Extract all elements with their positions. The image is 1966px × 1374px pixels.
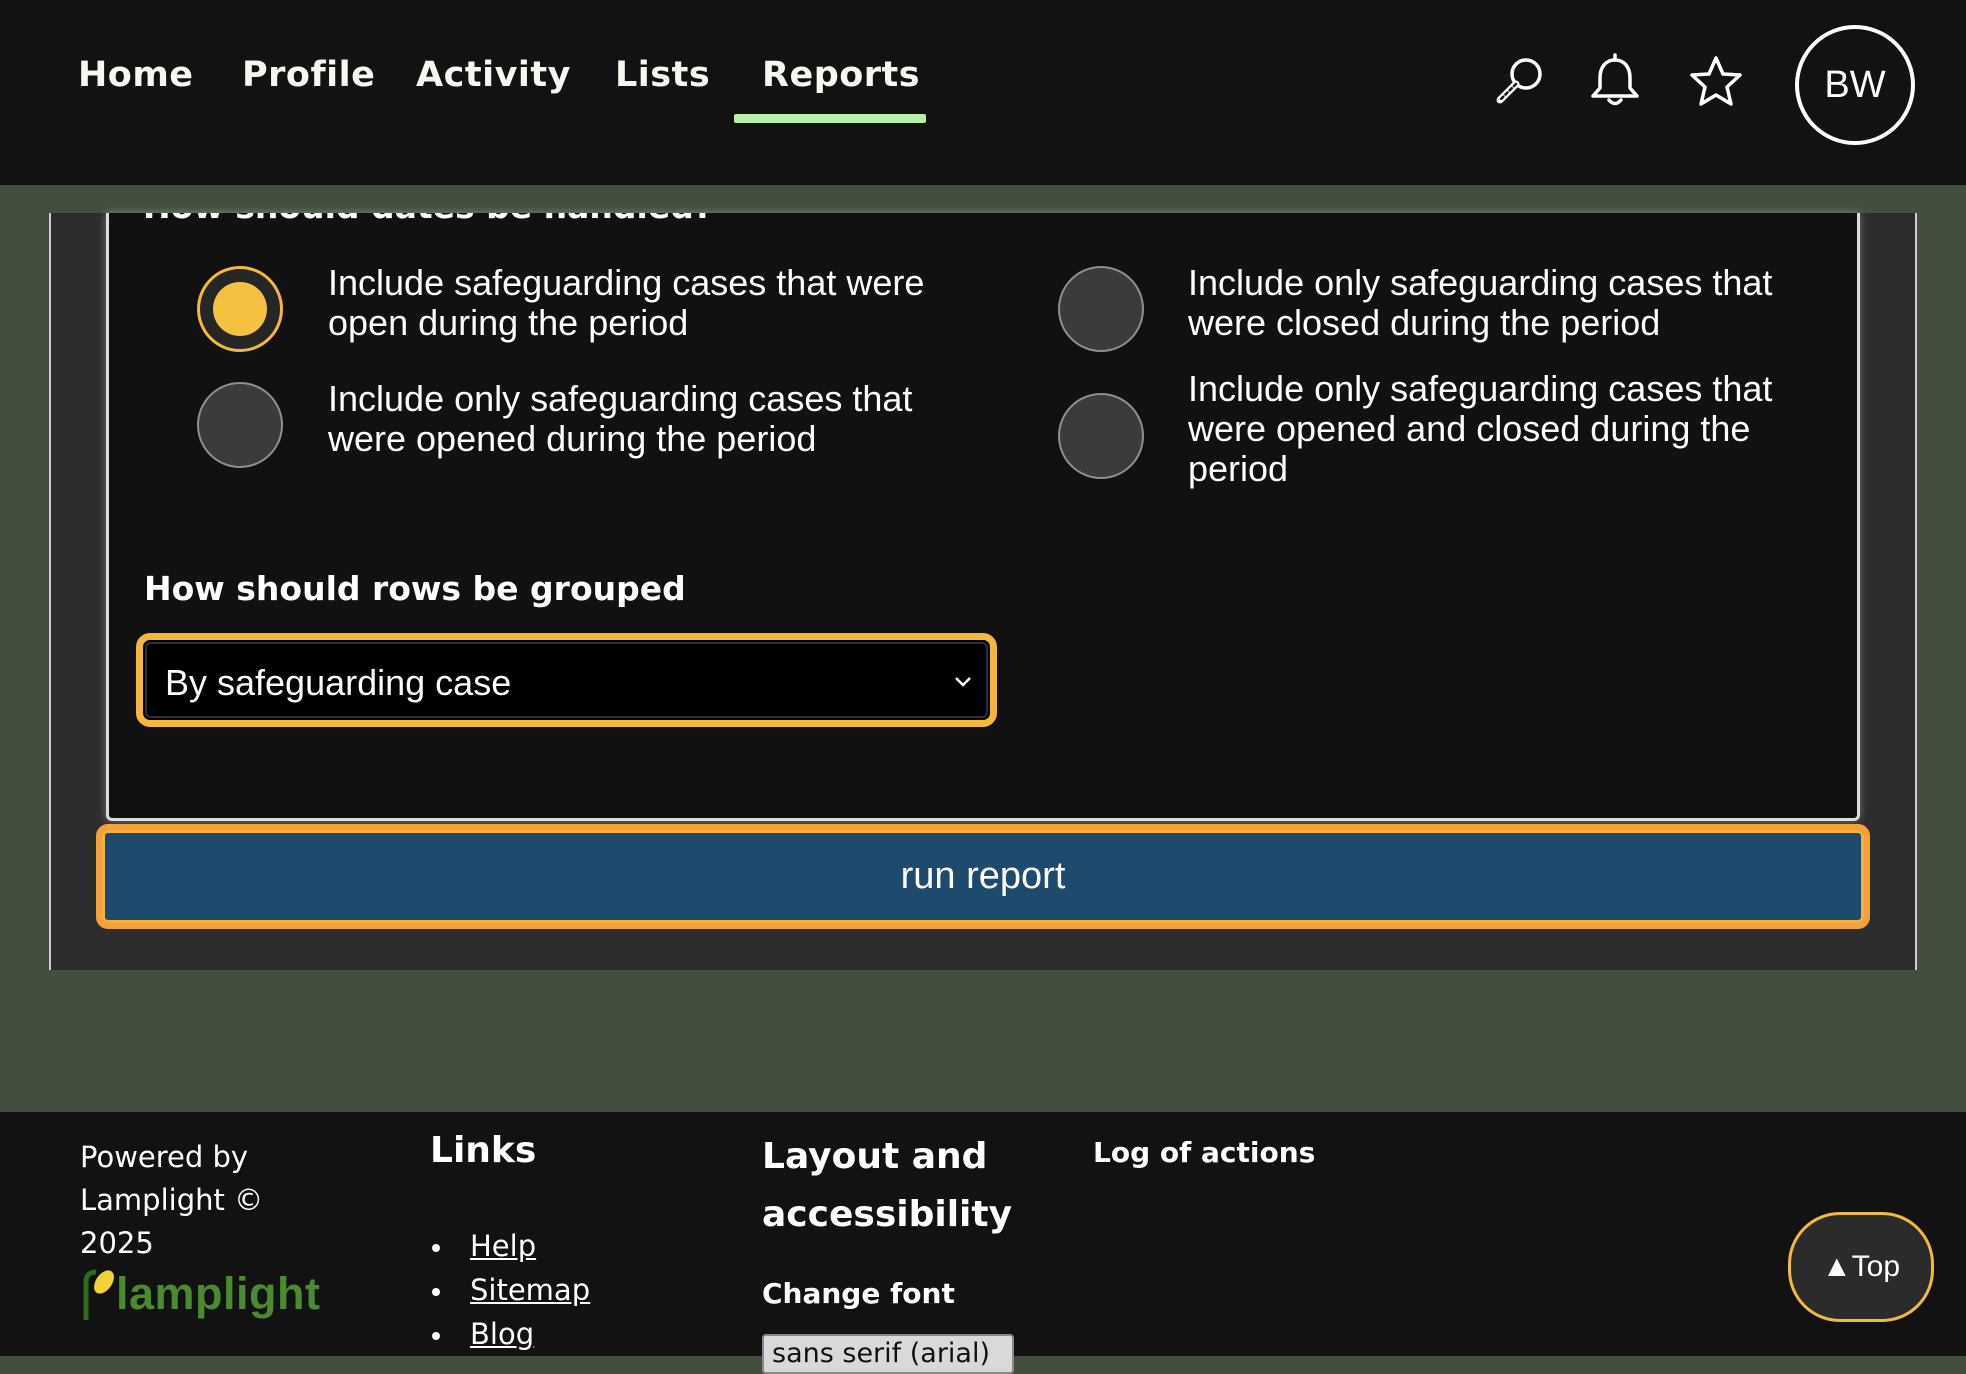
grouping-select[interactable]: By safeguarding case <box>136 633 997 727</box>
list-item: Help <box>430 1224 590 1268</box>
lamp-icon <box>83 1269 114 1320</box>
help-link[interactable]: Help <box>470 1229 536 1263</box>
nav-profile[interactable]: Profile <box>242 55 375 95</box>
avatar[interactable]: BW <box>1795 25 1915 145</box>
dates-heading: How should dates be handled? <box>143 213 713 226</box>
change-font-label: Change font <box>762 1277 955 1310</box>
list-item: Blog <box>430 1312 590 1356</box>
footer: Powered by Lamplight © 2025 lamplight Li… <box>0 1112 1966 1374</box>
blog-link[interactable]: Blog <box>470 1317 534 1351</box>
grouping-select-value: By safeguarding case <box>165 662 512 703</box>
font-select-value: sans serif (arial) <box>772 1338 991 1369</box>
log-of-actions-heading: Log of actions <box>1093 1136 1316 1169</box>
radio-label-open-during-period[interactable]: Include safeguarding cases that were ope… <box>328 263 988 343</box>
sitemap-link[interactable]: Sitemap <box>470 1273 590 1307</box>
nav-activity[interactable]: Activity <box>416 55 571 95</box>
radio-label-opened-and-closed[interactable]: Include only safeguarding cases that wer… <box>1188 369 1838 489</box>
run-report-label: run report <box>900 855 1066 897</box>
back-to-top-button[interactable]: ▲Top <box>1788 1212 1934 1322</box>
run-report-button[interactable]: run report <box>96 824 1870 929</box>
nav-reports[interactable]: Reports <box>762 55 920 95</box>
chevron-down-icon <box>955 677 971 687</box>
font-select[interactable]: sans serif (arial) <box>762 1334 1014 1374</box>
notifications-button[interactable] <box>1585 52 1645 112</box>
radio-closed-during-period[interactable] <box>1058 266 1144 352</box>
layout-accessibility-heading: Layout and accessibility <box>762 1136 1013 1235</box>
radio-label-closed-during-period[interactable]: Include only safeguarding cases that wer… <box>1188 263 1838 343</box>
report-options-box: How should dates be handled? Include saf… <box>106 213 1860 821</box>
nav-home[interactable]: Home <box>78 55 194 95</box>
search-icon <box>1496 58 1542 104</box>
star-icon <box>1690 56 1742 106</box>
top-nav-bar: Home Profile Activity Lists Reports BW <box>0 0 1966 185</box>
bell-icon <box>1591 53 1639 106</box>
favourites-button[interactable] <box>1686 52 1746 112</box>
powered-by-text: Powered by Lamplight © 2025 <box>80 1140 264 1260</box>
radio-open-during-period[interactable] <box>197 266 283 352</box>
links-heading: Links <box>430 1130 537 1171</box>
active-tab-indicator <box>734 114 926 123</box>
search-button[interactable] <box>1490 52 1550 112</box>
grouping-heading: How should rows be grouped <box>144 569 686 608</box>
radio-opened-and-closed[interactable] <box>1058 393 1144 479</box>
logo-text: lamplight <box>116 1268 321 1319</box>
list-item: Sitemap <box>430 1268 590 1312</box>
radio-opened-during-period[interactable] <box>197 382 283 468</box>
radio-label-opened-during-period[interactable]: Include only safeguarding cases that wer… <box>328 379 988 459</box>
nav-lists[interactable]: Lists <box>615 55 710 95</box>
footer-links: Help Sitemap Blog <box>430 1224 590 1356</box>
